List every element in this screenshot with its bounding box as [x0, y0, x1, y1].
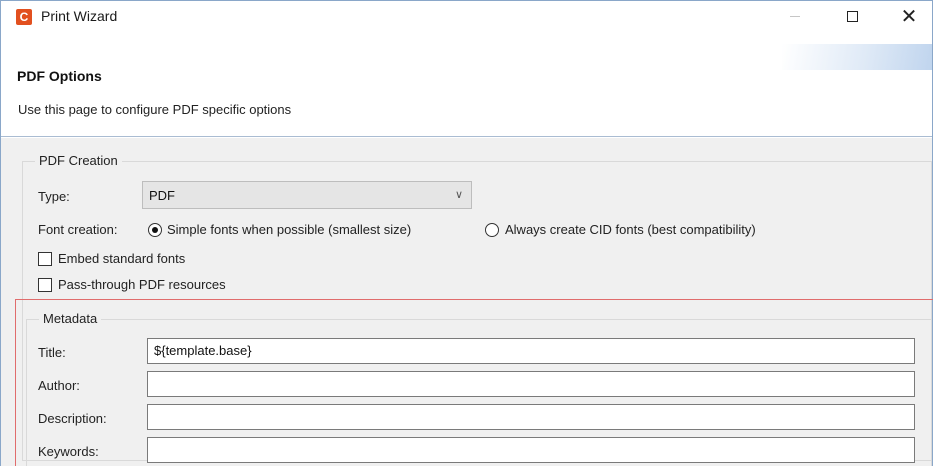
- author-input[interactable]: [147, 371, 915, 397]
- type-select[interactable]: PDF ∨: [142, 181, 472, 209]
- header-banner-graphic: [782, 44, 932, 70]
- author-label: Author:: [38, 378, 80, 393]
- description-label: Description:: [38, 411, 107, 426]
- embed-standard-fonts-label[interactable]: Embed standard fonts: [58, 251, 185, 266]
- page-title: PDF Options: [17, 68, 102, 84]
- type-select-value: PDF: [149, 188, 175, 203]
- keywords-label: Keywords:: [38, 444, 99, 459]
- wizard-content: PDF Creation Type: PDF ∨ Font creation: …: [1, 138, 933, 466]
- pass-through-resources-checkbox[interactable]: [38, 278, 52, 292]
- app-c-icon: C: [16, 9, 32, 25]
- wizard-header: PDF Options Use this page to configure P…: [1, 32, 932, 137]
- description-input[interactable]: [147, 404, 915, 430]
- page-description: Use this page to configure PDF specific …: [18, 102, 292, 117]
- pdf-creation-legend: PDF Creation: [35, 153, 122, 168]
- font-creation-label: Font creation:: [38, 222, 118, 237]
- maximize-icon: [846, 11, 858, 22]
- keywords-input[interactable]: [147, 437, 915, 463]
- print-wizard-window: C Print Wizard ✕ PDF Options Use this pa…: [0, 0, 933, 466]
- chevron-down-icon: ∨: [454, 189, 463, 201]
- title-label: Title:: [38, 345, 66, 360]
- title-input[interactable]: ${template.base}: [147, 338, 915, 364]
- type-label: Type:: [38, 189, 70, 204]
- title-bar[interactable]: C Print Wizard ✕: [1, 1, 932, 32]
- close-button[interactable]: ✕: [886, 1, 932, 32]
- cid-fonts-radio[interactable]: [485, 223, 499, 237]
- simple-fonts-radio[interactable]: [148, 223, 162, 237]
- window-title: Print Wizard: [41, 8, 118, 24]
- pass-through-resources-label[interactable]: Pass-through PDF resources: [58, 277, 226, 292]
- close-icon: ✕: [900, 6, 918, 28]
- maximize-button[interactable]: [829, 1, 875, 32]
- minimize-icon: [790, 16, 800, 17]
- metadata-legend: Metadata: [39, 311, 102, 326]
- simple-fonts-label[interactable]: Simple fonts when possible (smallest siz…: [167, 222, 411, 237]
- cid-fonts-label[interactable]: Always create CID fonts (best compatibil…: [505, 222, 756, 237]
- embed-standard-fonts-checkbox[interactable]: [38, 252, 52, 266]
- minimize-button[interactable]: [772, 1, 818, 32]
